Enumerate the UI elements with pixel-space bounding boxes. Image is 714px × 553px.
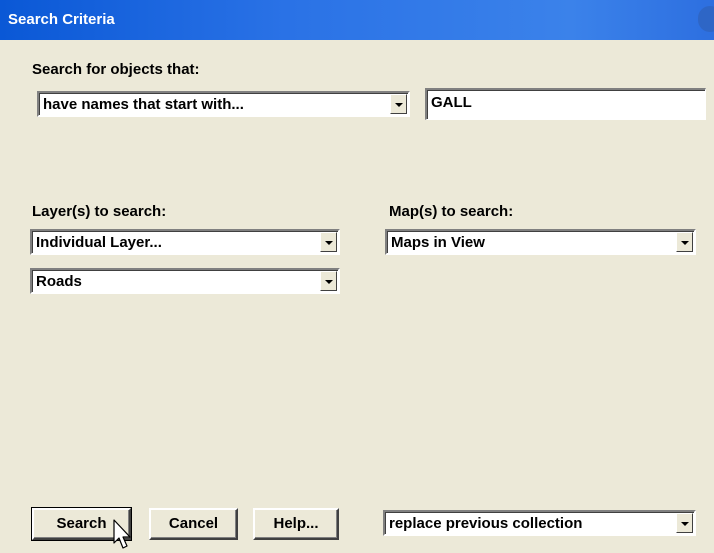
chevron-down-icon[interactable] [320, 232, 337, 252]
maps-value: Maps in View [391, 234, 485, 251]
window-title: Search Criteria [8, 11, 115, 28]
close-button[interactable] [698, 6, 714, 32]
title-bar[interactable]: Search Criteria [0, 0, 714, 40]
mouse-cursor-icon [113, 519, 131, 549]
cancel-button[interactable]: Cancel [149, 508, 238, 540]
maps-dropdown[interactable]: Maps in View [385, 229, 696, 255]
collection-mode-value: replace previous collection [389, 515, 583, 532]
layer-dropdown[interactable]: Roads [30, 268, 340, 294]
layer-scope-dropdown[interactable]: Individual Layer... [30, 229, 340, 255]
maps-label: Map(s) to search: [389, 203, 514, 220]
search-for-label: Search for objects that: [32, 61, 200, 78]
collection-mode-dropdown[interactable]: replace previous collection [383, 510, 696, 536]
chevron-down-icon[interactable] [320, 271, 337, 291]
layers-label: Layer(s) to search: [32, 203, 167, 220]
layer-scope-value: Individual Layer... [36, 234, 162, 251]
layer-value: Roads [36, 273, 82, 290]
help-button[interactable]: Help... [253, 508, 339, 540]
search-criteria-value: have names that start with... [43, 96, 244, 113]
search-text-input[interactable]: GALL [425, 88, 706, 120]
chevron-down-icon[interactable] [676, 232, 693, 252]
search-criteria-dropdown[interactable]: have names that start with... [37, 91, 410, 117]
search-text-value: GALL [431, 94, 472, 111]
chevron-down-icon[interactable] [676, 513, 693, 533]
chevron-down-icon[interactable] [390, 94, 407, 114]
